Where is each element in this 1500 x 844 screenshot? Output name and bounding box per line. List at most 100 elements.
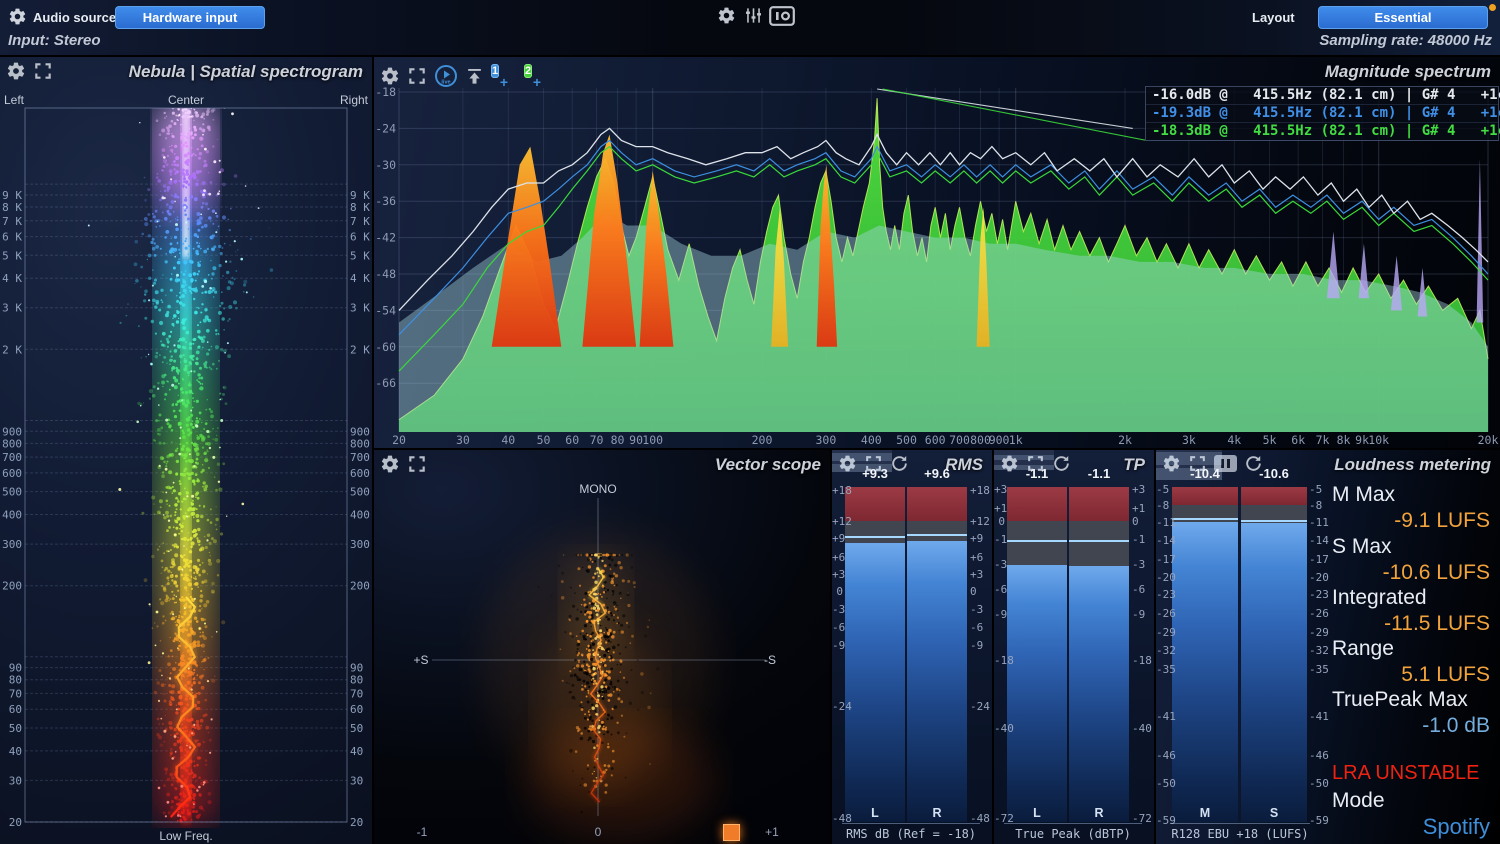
meter-value-label: -1.1 (1007, 466, 1067, 481)
spectrum-readout-row-3: -18.3dB @ 415.5Hz (82.1 cm) | G# 4 +1cen… (1146, 123, 1498, 141)
meter-peak-hold-line (1069, 540, 1129, 542)
meter-scale-label-left: +6 (832, 552, 843, 563)
tp-caption: True Peak (dBTP) (1004, 823, 1142, 841)
svg-text:-66: -66 (375, 376, 396, 390)
meter-scale-label-right: -6 (970, 622, 990, 633)
rms-caption: RMS dB (Ref = -18) (842, 823, 980, 841)
svg-text:-30: -30 (375, 158, 396, 172)
scope-mono-label: MONO (579, 482, 616, 496)
rms-meter: +9.3L+9.6R+18+18+12+12+9+9+6+6+3+300-3-3… (832, 450, 992, 844)
svg-text:500: 500 (350, 486, 370, 499)
svg-text:70: 70 (590, 433, 604, 447)
meter-scale-label-left: -32 (1156, 645, 1169, 656)
scope-scale-min: -1 (417, 825, 428, 839)
meter-red-zone (845, 487, 905, 521)
loudness-stat-label: Integrated (1332, 586, 1427, 610)
meter-gray-zone (1007, 521, 1067, 565)
source-app-label: Spotify (1423, 814, 1490, 840)
meter-red-zone (1069, 487, 1129, 521)
meter-scale-label-right: -24 (970, 701, 990, 712)
meter-channel-label: L (1007, 806, 1067, 820)
meter-scale-label-left: -3 (994, 559, 1005, 570)
mixer-sliders-icon[interactable] (744, 6, 763, 25)
svg-text:6k: 6k (1291, 433, 1305, 447)
svg-text:5k: 5k (1263, 433, 1277, 447)
svg-text:50: 50 (350, 722, 363, 735)
svg-text:2k: 2k (1118, 433, 1132, 447)
svg-text:8 K: 8 K (350, 201, 370, 214)
meter-peak-hold-line (1241, 520, 1307, 522)
svg-text:-60: -60 (375, 340, 396, 354)
meter-level-fill (1069, 566, 1129, 822)
svg-text:-48: -48 (375, 267, 396, 281)
meter-gray-zone (907, 521, 967, 541)
loudness-stat-label: S Max (1332, 535, 1392, 559)
svg-text:400: 400 (350, 509, 370, 522)
meter-scale-label-right: -6 (1132, 584, 1152, 595)
meter-scale-label-left: -41 (1156, 711, 1169, 722)
audio-source-gear-icon[interactable] (8, 7, 27, 26)
svg-text:300: 300 (816, 433, 837, 447)
hardware-input-button[interactable]: Hardware input (115, 6, 265, 29)
meter-value-label: -10.4 (1172, 466, 1238, 481)
meter-level-fill (1172, 522, 1238, 822)
io-routing-icon[interactable] (769, 6, 795, 26)
meter-scale-label-left: +3 (832, 569, 843, 580)
svg-text:90: 90 (629, 433, 643, 447)
meter-scale-label-left: -72 (994, 813, 1005, 824)
loudness-stat-value: -10.6 LUFS (1383, 561, 1490, 585)
meter-value-label: -1.1 (1069, 466, 1129, 481)
meter-scale-label-left: -48 (832, 813, 843, 824)
layout-essential-button[interactable]: Essential (1318, 6, 1488, 29)
svg-text:60: 60 (350, 703, 363, 716)
meter-value-label: -10.6 (1241, 466, 1307, 481)
rms-meter-panel: RMS +9.3L+9.6R+18+18+12+12+9+9+6+6+3+300… (832, 450, 992, 844)
meter-scale-label-right: +3 (970, 569, 990, 580)
lra-warning-label: LRA UNSTABLE (1332, 762, 1479, 785)
meter-scale-label-left: -50 (1156, 778, 1169, 789)
svg-text:400: 400 (2, 509, 22, 522)
meter-scale-label-left: -6 (832, 622, 843, 633)
audio-source-label: Audio source (33, 10, 116, 25)
meter-scale-label-right: +12 (970, 516, 990, 527)
svg-text:600: 600 (925, 433, 946, 447)
meter-channel-label: S (1241, 806, 1307, 820)
svg-text:-24: -24 (375, 121, 396, 135)
meter-red-zone (1241, 487, 1307, 505)
svg-text:50: 50 (537, 433, 551, 447)
svg-text:30: 30 (9, 774, 22, 787)
svg-text:5 K: 5 K (2, 249, 22, 262)
svg-text:4 K: 4 K (350, 272, 370, 285)
svg-text:300: 300 (350, 538, 370, 551)
svg-text:900: 900 (989, 433, 1010, 447)
meter-scale-label-left: -29 (1156, 627, 1169, 638)
correlation-indicator (723, 824, 740, 841)
meter-scale-label-left: -5 (1156, 484, 1169, 495)
meter-value-label: +9.3 (845, 466, 905, 481)
meter-scale-label-right: +6 (970, 552, 990, 563)
meter-level-fill (1241, 523, 1307, 822)
loudness-stats: M Max-9.1 LUFSS Max-10.6 LUFSIntegrated-… (1332, 450, 1490, 844)
meter-scale-label-right: +3 (1132, 484, 1152, 495)
meter-peak-hold-line (845, 536, 905, 538)
svg-text:3 K: 3 K (2, 302, 22, 315)
loudness-stat-value: 5.1 LUFS (1401, 663, 1490, 687)
svg-text:50: 50 (9, 722, 22, 735)
svg-text:60: 60 (565, 433, 579, 447)
svg-text:300: 300 (2, 538, 22, 551)
svg-text:-42: -42 (375, 231, 396, 245)
meter-scale-label-left: -17 (1156, 554, 1169, 565)
meter-scale-label-right: -9 (1132, 609, 1152, 620)
svg-text:700: 700 (949, 433, 970, 447)
svg-text:8 K: 8 K (2, 201, 22, 214)
mode-label: Mode (1332, 789, 1385, 813)
meter-scale-label-right: -40 (1132, 723, 1152, 734)
meter-red-zone (1172, 487, 1238, 505)
meter-scale-label-right: -48 (970, 813, 990, 824)
svg-text:4k: 4k (1227, 433, 1241, 447)
meter-scale-label-left: -9 (994, 609, 1005, 620)
meter-scale-label-right: -1 (1132, 534, 1152, 545)
settings-gear-icon[interactable] (717, 6, 736, 25)
spectrum-cursor-readout: -16.0dB @ 415.5Hz (82.1 cm) | G# 4 +1cen… (1145, 86, 1499, 141)
spatial-spectrogram-plot: 9 K9 K8 K8 K7 K7 K6 K6 K5 K5 K4 K4 K3 K3… (0, 57, 372, 844)
